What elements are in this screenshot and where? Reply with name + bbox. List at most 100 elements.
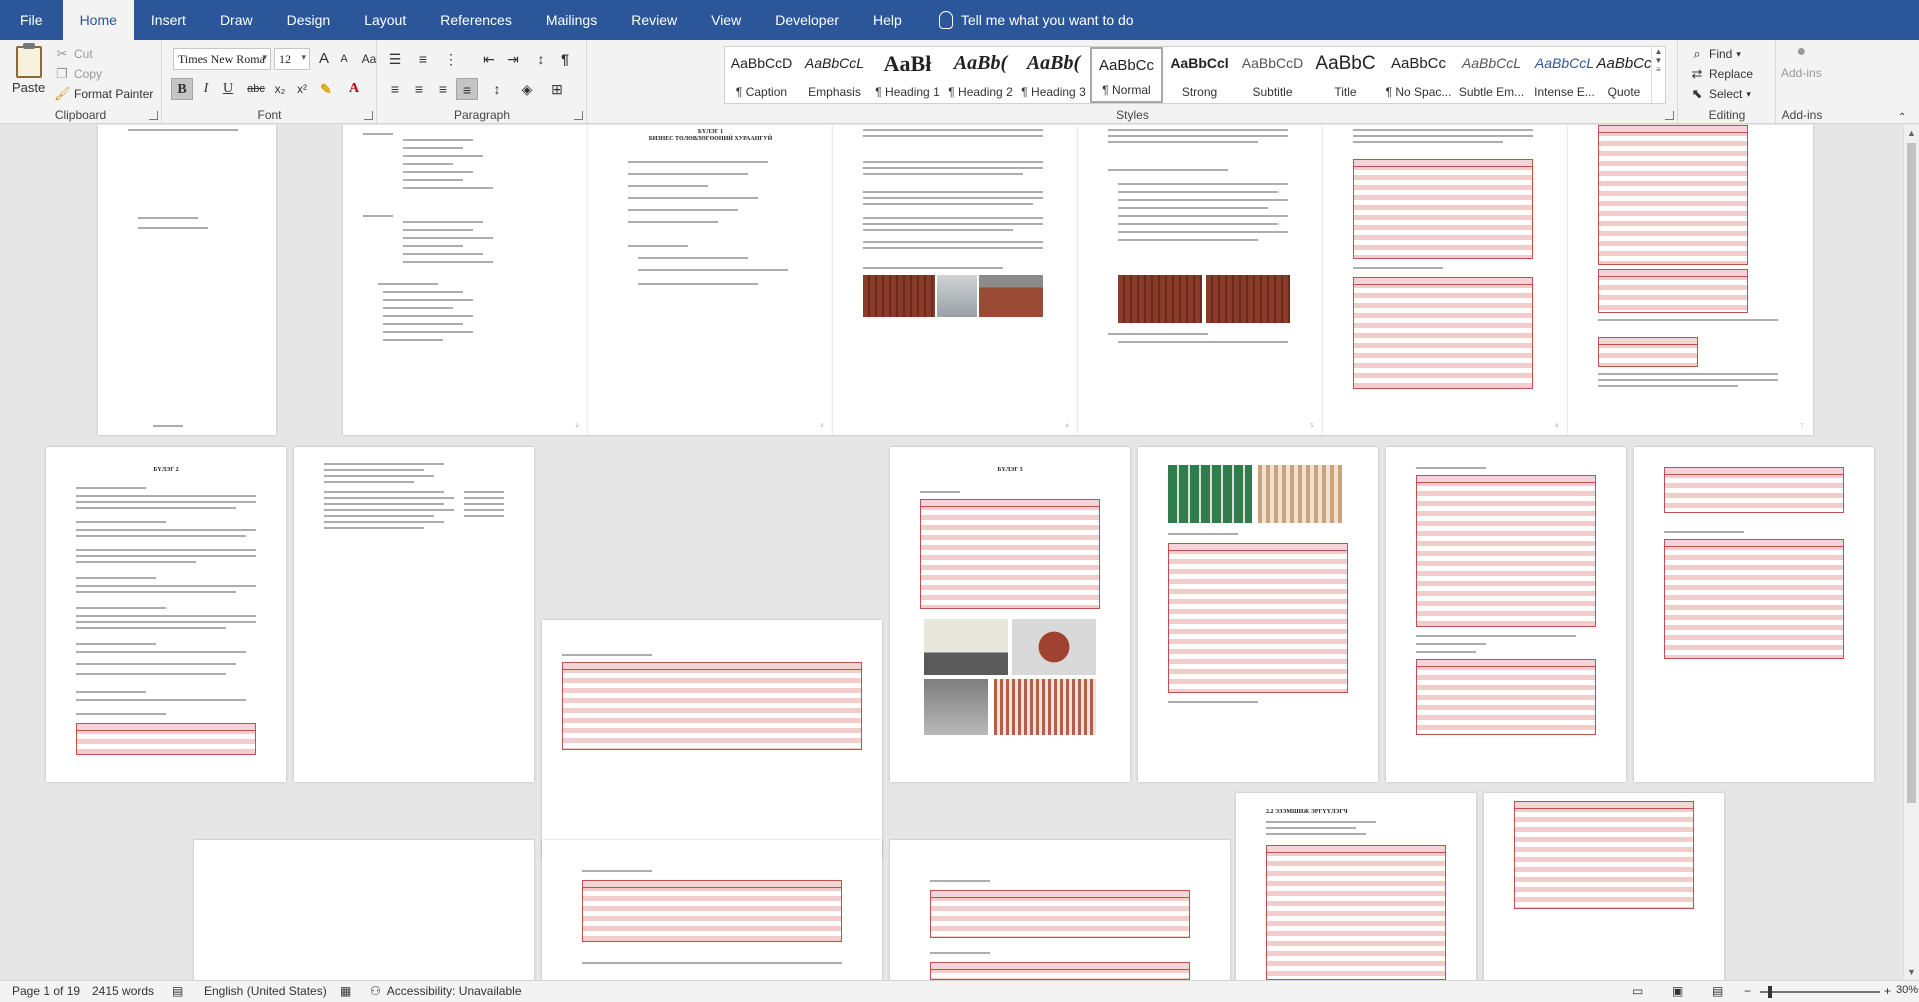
tab-review[interactable]: Review xyxy=(614,0,694,40)
tell-me-box[interactable]: Tell me what you want to do xyxy=(919,11,1134,29)
page-thumbnail[interactable]: 4 xyxy=(833,125,1078,435)
align-left-icon[interactable]: ≡ xyxy=(384,78,406,100)
scroll-down-icon[interactable]: ▼ xyxy=(1907,967,1916,977)
print-layout-icon[interactable]: ▣ xyxy=(1672,984,1683,998)
align-right-icon[interactable]: ≡ xyxy=(432,78,454,100)
shrink-font-button[interactable]: A xyxy=(333,48,355,70)
bold-button[interactable]: B xyxy=(171,78,193,100)
style-heading-2[interactable]: AaBb(¶ Heading 2 xyxy=(944,47,1017,103)
paragraph-launcher-icon[interactable] xyxy=(574,111,583,120)
tab-help[interactable]: Help xyxy=(856,0,919,40)
page-thumbnail[interactable] xyxy=(1138,447,1378,782)
scroll-up-icon[interactable]: ▲ xyxy=(1907,128,1916,138)
vertical-scrollbar[interactable]: ▲ ▼ xyxy=(1903,125,1919,980)
line-spacing-icon[interactable]: ↕ xyxy=(486,78,508,100)
zoom-slider[interactable] xyxy=(1760,991,1880,993)
increase-indent-icon[interactable]: ⇥ xyxy=(502,48,524,70)
shading-icon[interactable]: ◈ xyxy=(516,78,538,100)
bullets-icon[interactable]: ☰ xyxy=(384,48,406,70)
addins-button[interactable]: ● Add-ins xyxy=(1781,44,1822,81)
strikethrough-button[interactable]: abc xyxy=(245,78,267,100)
style-caption[interactable]: AaBbCcD ¶ Caption xyxy=(725,47,798,103)
document-area[interactable]: 2 БҮЛЭГ 1 БИЗНЕС ТӨЛӨВЛӨГӨӨНИЙ ХУРААНГУЙ… xyxy=(0,125,1903,980)
proofing-icon[interactable]: ▤ xyxy=(172,984,183,998)
decrease-indent-icon[interactable]: ⇤ xyxy=(478,48,500,70)
subscript-button[interactable]: x₂ xyxy=(269,78,291,100)
tab-mailings[interactable]: Mailings xyxy=(529,0,614,40)
language[interactable]: English (United States) xyxy=(204,984,327,998)
format-painter-button[interactable]: 🖌 Format Painter xyxy=(54,86,153,102)
page-thumbnail[interactable] xyxy=(1386,447,1626,782)
gallery-more-icon[interactable]: ▲ ▼ ≡ xyxy=(1651,47,1665,103)
web-layout-icon[interactable]: ▤ xyxy=(1712,984,1723,998)
tab-developer[interactable]: Developer xyxy=(758,0,856,40)
tab-insert[interactable]: Insert xyxy=(134,0,203,40)
scrollbar-thumb[interactable] xyxy=(1907,143,1916,803)
cut-button[interactable]: ✂ Cut xyxy=(54,46,93,62)
read-mode-icon[interactable]: ▭ xyxy=(1632,984,1643,998)
page-thumbnail-landscape[interactable] xyxy=(542,840,882,980)
tab-draw[interactable]: Draw xyxy=(203,0,270,40)
accessibility[interactable]: ⚇ Accessibility: Unavailable xyxy=(370,984,522,998)
style-title[interactable]: AaBbC Title xyxy=(1309,47,1382,103)
highlight-color-icon[interactable]: ✎ xyxy=(315,78,337,100)
tab-layout[interactable]: Layout xyxy=(347,0,423,40)
style-heading-3[interactable]: AaBb(¶ Heading 3 xyxy=(1017,47,1090,103)
tab-file[interactable]: File xyxy=(0,0,63,40)
superscript-button[interactable]: x² xyxy=(291,78,313,100)
change-case-button[interactable]: Aa xyxy=(358,48,380,70)
copy-button[interactable]: ❐ Copy xyxy=(54,66,102,82)
collapse-ribbon-icon[interactable]: ⌃ xyxy=(1898,112,1906,123)
page-thumbnail[interactable]: 2 xyxy=(343,125,588,435)
page-thumbnail[interactable] xyxy=(98,125,276,435)
tab-home[interactable]: Home xyxy=(62,0,134,40)
style-subtle-emphasis[interactable]: AaBbCcL Subtle Em... xyxy=(1455,47,1528,103)
font-launcher-icon[interactable] xyxy=(364,111,373,120)
page-thumbnail-landscape[interactable] xyxy=(890,840,1230,980)
tab-view[interactable]: View xyxy=(694,0,758,40)
grow-font-button[interactable]: A xyxy=(313,48,335,70)
select-button[interactable]: ⬉ Select ▾ xyxy=(1689,86,1751,102)
style-strong[interactable]: AaBbCcl Strong xyxy=(1163,47,1236,103)
page-thumbnail[interactable]: 5 xyxy=(1078,125,1323,435)
tab-references[interactable]: References xyxy=(423,0,529,40)
page-thumbnail-landscape[interactable] xyxy=(542,620,882,860)
page-count[interactable]: Page 1 of 19 xyxy=(12,984,80,998)
page-thumbnail[interactable]: 2.2 ЭЗЭМШИЖ ЭРГҮҮЛЭГЧ xyxy=(1236,793,1476,980)
font-size-field[interactable]: 12 ▾ xyxy=(274,48,310,70)
zoom-in-icon[interactable]: + xyxy=(1884,984,1891,998)
justify-icon[interactable]: ≡ xyxy=(456,78,478,100)
zoom-slider-thumb[interactable] xyxy=(1768,986,1772,998)
style-subtitle[interactable]: AaBbCcD Subtitle xyxy=(1236,47,1309,103)
style-heading-1[interactable]: AaBł ¶ Heading 1 xyxy=(871,47,944,103)
find-button[interactable]: ⌕ Find ▾ xyxy=(1689,46,1741,62)
align-center-icon[interactable]: ≡ xyxy=(408,78,430,100)
replace-button[interactable]: ⇄ Replace xyxy=(1689,66,1753,82)
page-thumbnail[interactable]: 6 xyxy=(1323,125,1568,435)
page-thumbnail[interactable]: 7 xyxy=(1568,125,1813,435)
underline-button[interactable]: U xyxy=(217,78,239,100)
macro-icon[interactable]: ▦ xyxy=(340,984,351,998)
style-no-spacing[interactable]: AaBbCc ¶ No Spac... xyxy=(1382,47,1455,103)
style-intense-emphasis[interactable]: AaBbCcL Intense E... xyxy=(1528,47,1601,103)
pilcrow-icon[interactable]: ¶ xyxy=(554,48,576,70)
style-normal[interactable]: AaBbCc ¶ Normal xyxy=(1090,47,1163,103)
page-thumbnail[interactable]: БҮЛЭГ 1 БИЗНЕС ТӨЛӨВЛӨГӨӨНИЙ ХУРААНГУЙ 3 xyxy=(588,125,833,435)
numbering-icon[interactable]: ≡ xyxy=(412,48,434,70)
word-count[interactable]: 2415 words xyxy=(92,984,154,998)
page-thumbnail[interactable] xyxy=(1484,793,1724,980)
style-emphasis[interactable]: AaBbCcL Emphasis xyxy=(798,47,871,103)
clipboard-launcher-icon[interactable] xyxy=(149,111,158,120)
zoom-level[interactable]: 30% xyxy=(1896,984,1918,996)
zoom-out-icon[interactable]: − xyxy=(1744,984,1751,998)
tab-design[interactable]: Design xyxy=(270,0,348,40)
page-thumbnail[interactable]: БҮЛЭГ 2 xyxy=(46,447,286,782)
page-thumbnail[interactable] xyxy=(294,447,534,782)
page-thumbnail[interactable]: БҮЛЭГ 3 xyxy=(890,447,1130,782)
page-thumbnail-landscape[interactable] xyxy=(194,840,534,980)
italic-button[interactable]: I xyxy=(195,78,217,100)
font-color-icon[interactable]: A xyxy=(343,78,365,100)
multilevel-list-icon[interactable]: ⋮ xyxy=(440,48,462,70)
styles-launcher-icon[interactable] xyxy=(1665,111,1674,120)
font-name-field[interactable]: Times New Roma ▾ xyxy=(173,48,271,70)
